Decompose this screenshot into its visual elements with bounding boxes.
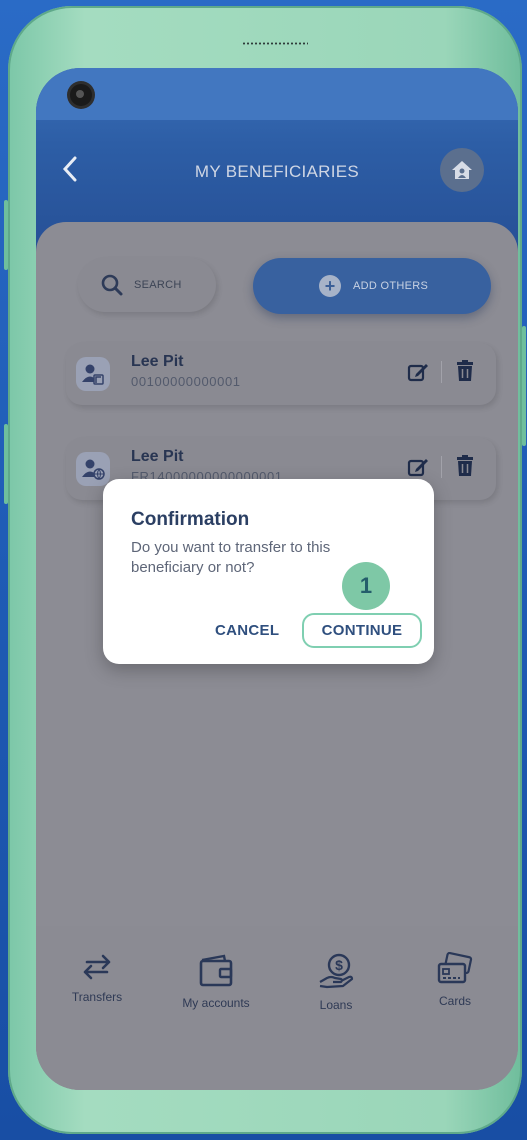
continue-button[interactable]: CONTINUE [302,613,422,648]
nav-item-cards[interactable]: Cards [400,952,510,1008]
edit-icon[interactable] [407,456,429,478]
nav-label: My accounts [182,996,250,1010]
dialog-message: Do you want to transfer to this benefici… [131,539,331,576]
search-button[interactable]: SEARCH [78,258,216,312]
user-bank-icon [76,357,110,391]
beneficiary-account: 00100000000001 [131,374,241,389]
trash-icon[interactable] [456,360,474,382]
transfer-arrows-icon [83,954,111,980]
step-badge: 1 [342,562,390,610]
speaker-grille [242,42,308,45]
home-button[interactable] [440,148,484,192]
side-button [4,424,8,504]
nav-label: Transfers [71,990,123,1004]
add-others-button[interactable]: + ADD OTHERS [253,258,491,314]
add-others-label: ADD OTHERS [353,280,429,292]
front-camera [70,84,92,106]
user-globe-icon [76,452,110,486]
status-bar [36,68,518,120]
search-label: SEARCH [134,279,182,291]
bottom-navigation: Transfers My accounts $ Loans Cards [36,926,518,1090]
plus-icon: + [319,275,341,297]
dialog-title: Confirmation [131,509,250,530]
cancel-button[interactable]: CANCEL [215,622,279,639]
beneficiary-name: Lee Pit [131,448,184,465]
nav-item-transfers[interactable]: Transfers [42,952,152,1004]
power-button [522,326,526,446]
beneficiary-card[interactable]: Lee Pit 00100000000001 [66,343,496,405]
search-icon [101,274,123,296]
nav-label: Cards [438,994,471,1008]
divider [441,456,442,478]
edit-icon[interactable] [407,361,429,383]
money-hand-icon: $ [319,953,354,989]
nav-item-loans[interactable]: $ Loans [281,952,391,1012]
volume-button [4,200,8,270]
nav-label: Loans [319,998,353,1012]
cards-icon [437,952,473,984]
beneficiary-name: Lee Pit [131,353,184,370]
wallet-icon [199,954,233,987]
nav-item-my-accounts[interactable]: My accounts [161,952,271,1010]
home-icon [452,161,472,179]
svg-text:$: $ [335,957,343,973]
divider [441,361,442,383]
trash-icon[interactable] [456,455,474,477]
